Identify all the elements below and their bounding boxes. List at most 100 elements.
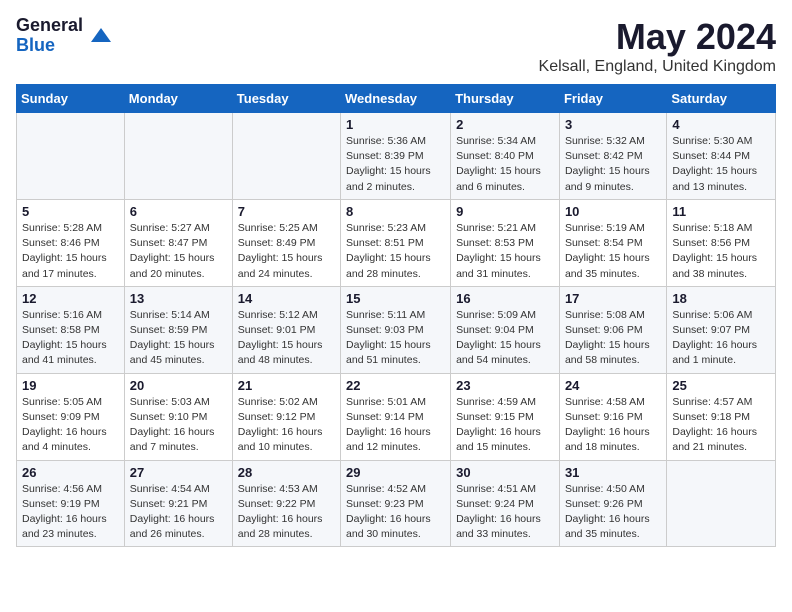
calendar-day-6: 6 Sunrise: 5:27 AM Sunset: 8:47 PM Daylig… xyxy=(124,199,232,286)
day-info: Sunrise: 5:05 AM Sunset: 9:09 PM Dayligh… xyxy=(22,395,119,456)
day-number: 28 xyxy=(238,465,335,480)
day-number: 22 xyxy=(346,378,445,393)
day-info: Sunrise: 4:51 AM Sunset: 9:24 PM Dayligh… xyxy=(456,482,554,543)
day-info: Sunrise: 5:09 AM Sunset: 9:04 PM Dayligh… xyxy=(456,308,554,369)
calendar-day-23: 23 Sunrise: 4:59 AM Sunset: 9:15 PM Dayli… xyxy=(451,373,560,460)
calendar-day-5: 5 Sunrise: 5:28 AM Sunset: 8:46 PM Daylig… xyxy=(17,199,125,286)
day-info: Sunrise: 5:36 AM Sunset: 8:39 PM Dayligh… xyxy=(346,134,445,195)
day-info: Sunrise: 5:32 AM Sunset: 8:42 PM Dayligh… xyxy=(565,134,661,195)
calendar-day-18: 18 Sunrise: 5:06 AM Sunset: 9:07 PM Dayli… xyxy=(667,286,776,373)
calendar-day-10: 10 Sunrise: 5:19 AM Sunset: 8:54 PM Dayli… xyxy=(559,199,666,286)
day-number: 4 xyxy=(672,117,770,132)
day-number: 6 xyxy=(130,204,227,219)
day-number: 26 xyxy=(22,465,119,480)
day-number: 14 xyxy=(238,291,335,306)
calendar-day-29: 29Sunrise: 4:52 AM Sunset: 9:23 PM Dayli… xyxy=(341,460,451,547)
calendar-day-17: 17Sunrise: 5:08 AM Sunset: 9:06 PM Dayli… xyxy=(559,286,666,373)
calendar-day-1: 1 Sunrise: 5:36 AM Sunset: 8:39 PM Daylig… xyxy=(341,113,451,200)
day-info: Sunrise: 4:50 AM Sunset: 9:26 PM Dayligh… xyxy=(565,482,661,543)
day-info: Sunrise: 5:03 AM Sunset: 9:10 PM Dayligh… xyxy=(130,395,227,456)
day-info: Sunrise: 4:57 AM Sunset: 9:18 PM Dayligh… xyxy=(672,395,770,456)
calendar-week-row: 1 Sunrise: 5:36 AM Sunset: 8:39 PM Daylig… xyxy=(17,113,776,200)
weekday-header-wednesday: Wednesday xyxy=(341,85,451,113)
calendar-day-20: 20 Sunrise: 5:03 AM Sunset: 9:10 PM Dayli… xyxy=(124,373,232,460)
day-number: 5 xyxy=(22,204,119,219)
calendar-day-11: 11Sunrise: 5:18 AM Sunset: 8:56 PM Dayli… xyxy=(667,199,776,286)
day-info: Sunrise: 5:30 AM Sunset: 8:44 PM Dayligh… xyxy=(672,134,770,195)
day-number: 12 xyxy=(22,291,119,306)
day-number: 10 xyxy=(565,204,661,219)
calendar-day-26: 26 Sunrise: 4:56 AM Sunset: 9:19 PM Dayli… xyxy=(17,460,125,547)
calendar-day-22: 22 Sunrise: 5:01 AM Sunset: 9:14 PM Dayli… xyxy=(341,373,451,460)
calendar-day-9: 9Sunrise: 5:21 AM Sunset: 8:53 PM Daylig… xyxy=(451,199,560,286)
calendar-day-31: 31 Sunrise: 4:50 AM Sunset: 9:26 PM Dayli… xyxy=(559,460,666,547)
weekday-header-thursday: Thursday xyxy=(451,85,560,113)
day-info: Sunrise: 4:54 AM Sunset: 9:21 PM Dayligh… xyxy=(130,482,227,543)
weekday-header-row: SundayMondayTuesdayWednesdayThursdayFrid… xyxy=(17,85,776,113)
calendar-day-14: 14 Sunrise: 5:12 AM Sunset: 9:01 PM Dayli… xyxy=(232,286,340,373)
day-info: Sunrise: 5:01 AM Sunset: 9:14 PM Dayligh… xyxy=(346,395,445,456)
day-number: 24 xyxy=(565,378,661,393)
day-info: Sunrise: 4:56 AM Sunset: 9:19 PM Dayligh… xyxy=(22,482,119,543)
title-area: May 2024 Kelsall, England, United Kingdo… xyxy=(539,16,776,76)
calendar-day-2: 2Sunrise: 5:34 AM Sunset: 8:40 PM Daylig… xyxy=(451,113,560,200)
calendar-day-15: 15 Sunrise: 5:11 AM Sunset: 9:03 PM Dayli… xyxy=(341,286,451,373)
weekday-header-friday: Friday xyxy=(559,85,666,113)
day-info: Sunrise: 5:19 AM Sunset: 8:54 PM Dayligh… xyxy=(565,221,661,282)
calendar-day-30: 30 Sunrise: 4:51 AM Sunset: 9:24 PM Dayli… xyxy=(451,460,560,547)
day-number: 25 xyxy=(672,378,770,393)
calendar-day-25: 25 Sunrise: 4:57 AM Sunset: 9:18 PM Dayli… xyxy=(667,373,776,460)
calendar-day-21: 21 Sunrise: 5:02 AM Sunset: 9:12 PM Dayli… xyxy=(232,373,340,460)
day-info: Sunrise: 5:06 AM Sunset: 9:07 PM Dayligh… xyxy=(672,308,770,369)
day-info: Sunrise: 4:58 AM Sunset: 9:16 PM Dayligh… xyxy=(565,395,661,456)
day-number: 13 xyxy=(130,291,227,306)
day-info: Sunrise: 5:28 AM Sunset: 8:46 PM Dayligh… xyxy=(22,221,119,282)
day-info: Sunrise: 5:02 AM Sunset: 9:12 PM Dayligh… xyxy=(238,395,335,456)
logo-icon xyxy=(87,24,111,48)
day-number: 21 xyxy=(238,378,335,393)
day-info: Sunrise: 5:11 AM Sunset: 9:03 PM Dayligh… xyxy=(346,308,445,369)
day-info: Sunrise: 4:59 AM Sunset: 9:15 PM Dayligh… xyxy=(456,395,554,456)
day-number: 1 xyxy=(346,117,445,132)
day-number: 3 xyxy=(565,117,661,132)
logo-general: General xyxy=(16,16,83,36)
calendar-day-16: 16Sunrise: 5:09 AM Sunset: 9:04 PM Dayli… xyxy=(451,286,560,373)
day-number: 30 xyxy=(456,465,554,480)
day-info: Sunrise: 5:27 AM Sunset: 8:47 PM Dayligh… xyxy=(130,221,227,282)
calendar-day-7: 7 Sunrise: 5:25 AM Sunset: 8:49 PM Daylig… xyxy=(232,199,340,286)
day-number: 23 xyxy=(456,378,554,393)
day-info: Sunrise: 5:12 AM Sunset: 9:01 PM Dayligh… xyxy=(238,308,335,369)
calendar-empty-cell xyxy=(667,460,776,547)
weekday-header-tuesday: Tuesday xyxy=(232,85,340,113)
day-number: 19 xyxy=(22,378,119,393)
logo: General Blue xyxy=(16,16,111,56)
header-area: General Blue May 2024 Kelsall, England, … xyxy=(16,16,776,76)
calendar-week-row: 19 Sunrise: 5:05 AM Sunset: 9:09 PM Dayli… xyxy=(17,373,776,460)
day-number: 2 xyxy=(456,117,554,132)
day-info: Sunrise: 5:25 AM Sunset: 8:49 PM Dayligh… xyxy=(238,221,335,282)
day-number: 8 xyxy=(346,204,445,219)
day-number: 17 xyxy=(565,291,661,306)
calendar-day-27: 27Sunrise: 4:54 AM Sunset: 9:21 PM Dayli… xyxy=(124,460,232,547)
calendar-day-8: 8Sunrise: 5:23 AM Sunset: 8:51 PM Daylig… xyxy=(341,199,451,286)
calendar-day-3: 3 Sunrise: 5:32 AM Sunset: 8:42 PM Daylig… xyxy=(559,113,666,200)
day-number: 15 xyxy=(346,291,445,306)
calendar-empty-cell xyxy=(124,113,232,200)
day-info: Sunrise: 4:52 AM Sunset: 9:23 PM Dayligh… xyxy=(346,482,445,543)
weekday-header-sunday: Sunday xyxy=(17,85,125,113)
calendar-day-28: 28Sunrise: 4:53 AM Sunset: 9:22 PM Dayli… xyxy=(232,460,340,547)
weekday-header-monday: Monday xyxy=(124,85,232,113)
calendar-week-row: 5 Sunrise: 5:28 AM Sunset: 8:46 PM Daylig… xyxy=(17,199,776,286)
calendar-empty-cell xyxy=(17,113,125,200)
calendar-day-4: 4 Sunrise: 5:30 AM Sunset: 8:44 PM Daylig… xyxy=(667,113,776,200)
day-number: 20 xyxy=(130,378,227,393)
location-title: Kelsall, England, United Kingdom xyxy=(539,58,776,76)
day-number: 7 xyxy=(238,204,335,219)
calendar-day-13: 13 Sunrise: 5:14 AM Sunset: 8:59 PM Dayli… xyxy=(124,286,232,373)
day-info: Sunrise: 5:21 AM Sunset: 8:53 PM Dayligh… xyxy=(456,221,554,282)
day-number: 18 xyxy=(672,291,770,306)
calendar-day-12: 12Sunrise: 5:16 AM Sunset: 8:58 PM Dayli… xyxy=(17,286,125,373)
day-number: 31 xyxy=(565,465,661,480)
calendar-week-row: 26 Sunrise: 4:56 AM Sunset: 9:19 PM Dayli… xyxy=(17,460,776,547)
day-info: Sunrise: 5:14 AM Sunset: 8:59 PM Dayligh… xyxy=(130,308,227,369)
